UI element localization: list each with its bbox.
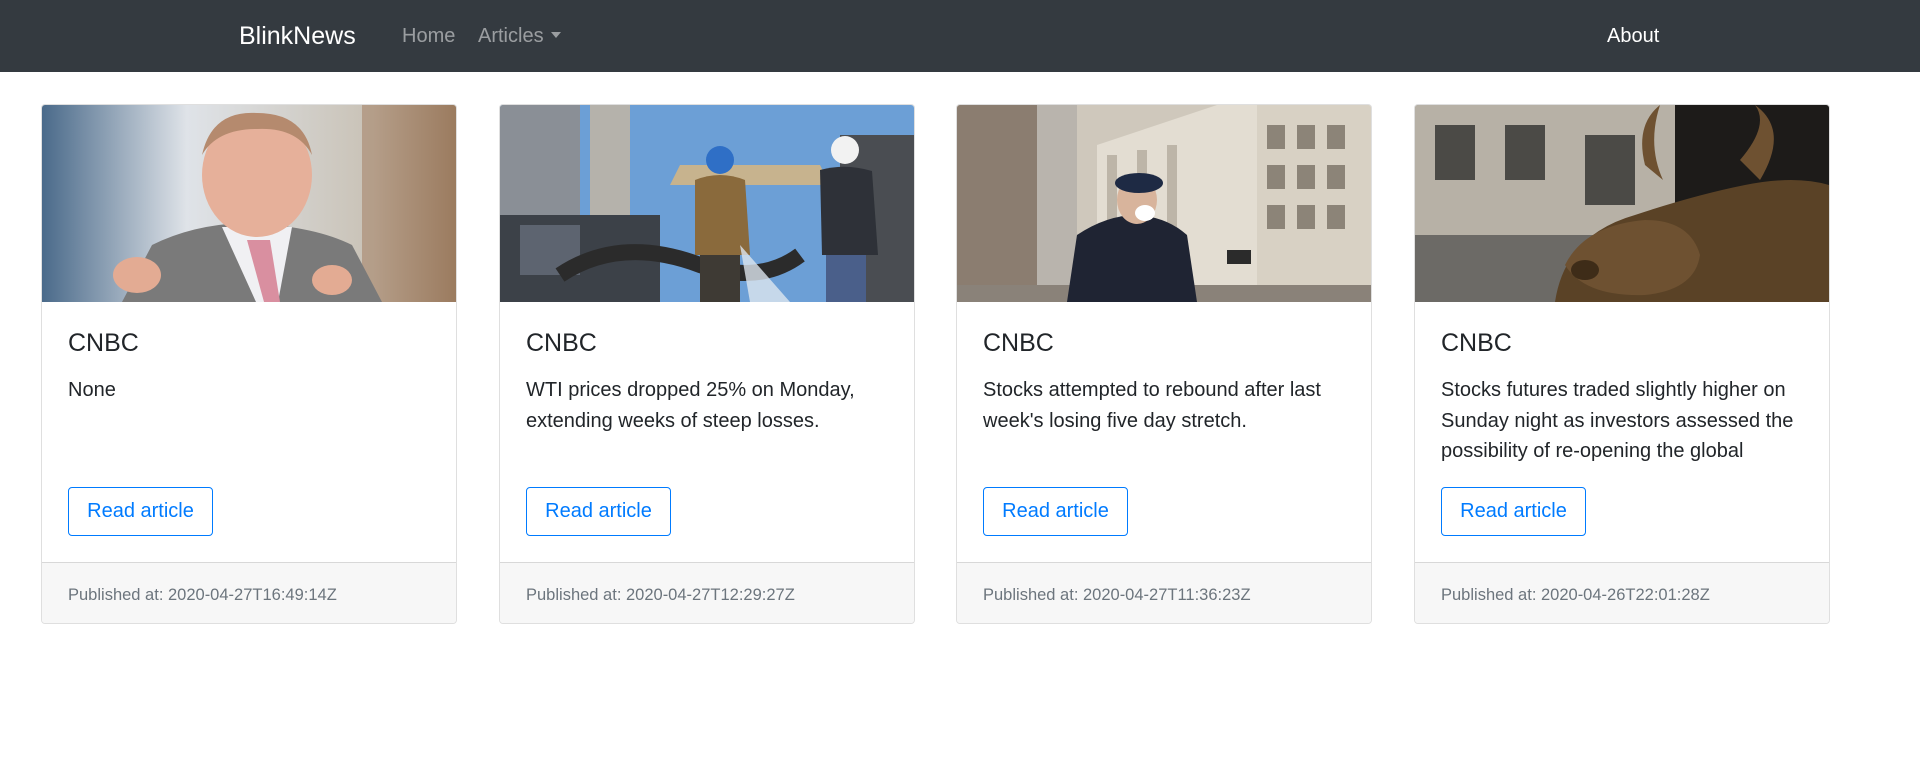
chevron-down-icon	[550, 32, 561, 38]
published-at-text: Published at: 2020-04-27T12:29:27Z	[526, 586, 795, 604]
article-image-oil-workers	[500, 105, 914, 302]
card-footer: Published at: 2020-04-27T11:36:23Z	[957, 562, 1371, 623]
brand-logo-link[interactable]: BlinkNews	[239, 20, 356, 52]
article-card: CNBC WTI prices dropped 25% on Monday, e…	[499, 104, 915, 624]
nav-articles-label: Articles	[478, 25, 544, 47]
article-card: CNBC Stocks futures traded slightly high…	[1414, 104, 1830, 624]
nav-articles-dropdown[interactable]: Articles	[478, 23, 561, 49]
navbar: BlinkNews Home Articles About	[0, 0, 1920, 72]
nav-about-link[interactable]: About	[1607, 23, 1659, 49]
published-at-text: Published at: 2020-04-26T22:01:28Z	[1441, 586, 1710, 604]
read-article-button[interactable]: Read article	[1441, 487, 1586, 536]
article-source-title: CNBC	[1441, 329, 1512, 357]
article-description: Stocks attempted to rebound after last w…	[983, 379, 1321, 432]
article-image-portrait	[42, 105, 456, 302]
article-source-title: CNBC	[526, 329, 597, 357]
published-at-text: Published at: 2020-04-27T16:49:14Z	[68, 586, 337, 604]
article-image-wall-street	[957, 105, 1371, 302]
card-footer: Published at: 2020-04-27T16:49:14Z	[42, 562, 456, 623]
article-description: Stocks futures traded slightly higher on…	[1441, 379, 1794, 462]
read-article-button[interactable]: Read article	[983, 487, 1128, 536]
read-article-button[interactable]: Read article	[526, 487, 671, 536]
article-source-title: CNBC	[68, 329, 139, 357]
nav-home-link[interactable]: Home	[402, 23, 455, 49]
card-footer: Published at: 2020-04-26T22:01:28Z	[1415, 562, 1829, 623]
article-description: WTI prices dropped 25% on Monday, extend…	[526, 379, 855, 432]
card-footer: Published at: 2020-04-27T12:29:27Z	[500, 562, 914, 623]
article-description: None	[68, 379, 116, 401]
published-at-text: Published at: 2020-04-27T11:36:23Z	[983, 586, 1251, 604]
article-image-charging-bull	[1415, 105, 1829, 302]
article-card: CNBC None Read article Published at: 202…	[41, 104, 457, 624]
article-source-title: CNBC	[983, 329, 1054, 357]
article-card: CNBC Stocks attempted to rebound after l…	[956, 104, 1372, 624]
read-article-button[interactable]: Read article	[68, 487, 213, 536]
